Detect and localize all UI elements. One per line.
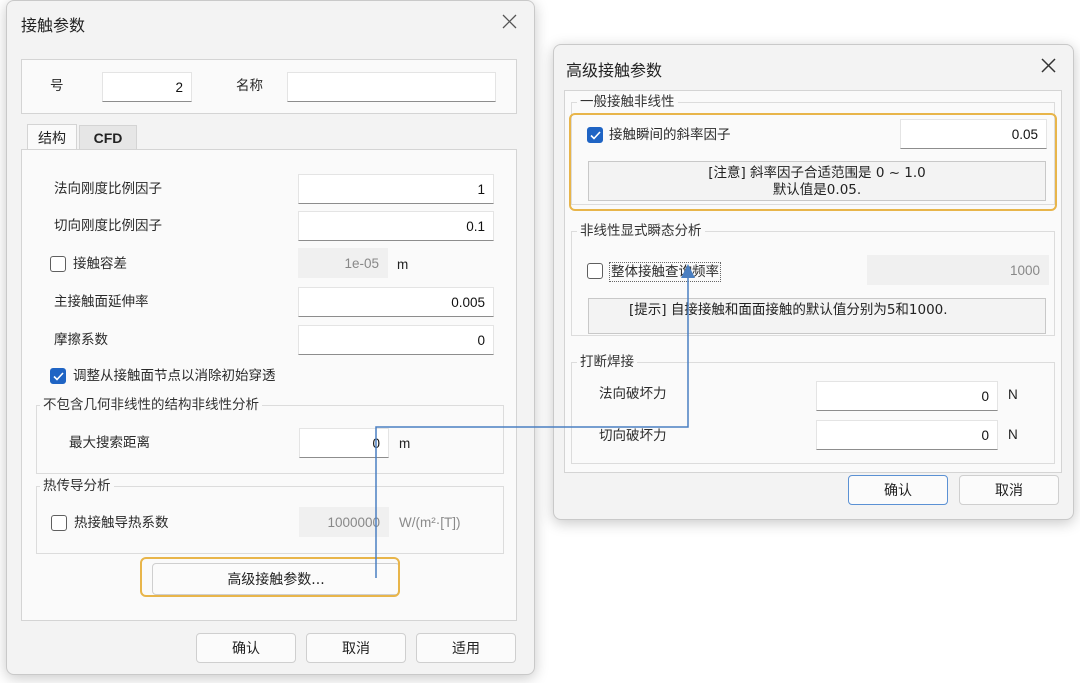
advanced-dialog-title: 高级接触参数 <box>566 61 663 80</box>
name-field[interactable] <box>287 72 496 102</box>
heat-coefficient-checkbox[interactable] <box>51 515 67 531</box>
max-search-field[interactable]: 0 <box>299 428 389 458</box>
extension-label: 主接触面延伸率 <box>54 294 149 310</box>
explicit-group: 非线性显式瞬态分析 整体接触查询频率 1000 [提示] 自接接触和面面接触的默… <box>571 222 1055 336</box>
query-frequency-field[interactable]: 1000 <box>867 255 1049 285</box>
friction-field[interactable]: 0 <box>298 325 494 355</box>
contact-tolerance-label: 接触容差 <box>73 256 127 272</box>
adjust-nodes-label: 调整从接触面节点以消除初始穿透 <box>73 368 276 384</box>
tangential-stiffness-label: 切向刚度比例因子 <box>54 218 162 234</box>
tangential-stiffness-field[interactable]: 0.1 <box>298 211 494 241</box>
header-panel: 号 2 名称 <box>21 59 517 114</box>
max-search-label: 最大搜索距离 <box>69 435 150 451</box>
heat-group-title: 热传导分析 <box>40 477 114 495</box>
adjust-nodes-checkbox[interactable] <box>50 368 66 384</box>
query-hint-box: [提示] 自接接触和面面接触的默认值分别为5和1000. <box>588 298 1046 334</box>
normal-stiffness-field[interactable]: 1 <box>298 174 494 204</box>
query-hint: [提示] 自接接触和面面接触的默认值分别为5和1000. <box>629 302 948 318</box>
advanced-title-bar[interactable]: 高级接触参数 <box>554 45 1073 85</box>
contact-tolerance-checkbox[interactable] <box>50 256 66 272</box>
title-bar[interactable]: 接触参数 <box>7 1 534 41</box>
advanced-cancel-button[interactable]: 取消 <box>959 475 1059 505</box>
advanced-ok-button[interactable]: 确认 <box>848 475 948 505</box>
query-frequency-checkbox[interactable] <box>587 263 603 279</box>
structure-panel: 法向刚度比例因子 1 切向刚度比例因子 0.1 接触容差 1e-05 m 主接触… <box>21 149 517 621</box>
tab-cfd[interactable]: CFD <box>79 125 137 151</box>
query-frequency-label: 整体接触查询频率 <box>609 262 721 282</box>
normal-failure-label: 法向破坏力 <box>599 386 667 402</box>
checkmark-icon <box>53 372 64 381</box>
general-group-title: 一般接触非线性 <box>577 93 678 111</box>
normal-stiffness-label: 法向刚度比例因子 <box>54 181 162 197</box>
tangential-failure-field[interactable]: 0 <box>816 420 998 450</box>
dialog-title: 接触参数 <box>21 16 86 35</box>
contact-tolerance-unit: m <box>397 257 409 272</box>
normal-failure-unit: N <box>1008 387 1018 402</box>
heat-coefficient-field[interactable]: 1000000 <box>299 507 389 537</box>
number-field[interactable]: 2 <box>102 72 192 102</box>
weld-group-title: 打断焊接 <box>577 353 637 371</box>
name-label: 名称 <box>236 78 263 94</box>
explicit-group-title: 非线性显式瞬态分析 <box>577 222 705 240</box>
slope-factor-highlight <box>569 113 1057 211</box>
advanced-close-button[interactable] <box>1033 51 1063 79</box>
close-button[interactable] <box>494 7 524 35</box>
tab-structure[interactable]: 结构 <box>27 124 77 150</box>
close-icon <box>502 14 517 29</box>
max-search-unit: m <box>399 436 411 451</box>
contact-tolerance-field[interactable]: 1e-05 <box>298 248 388 278</box>
advanced-button-highlight <box>140 557 400 597</box>
tangential-failure-unit: N <box>1008 427 1018 442</box>
extension-field[interactable]: 0.005 <box>298 287 494 317</box>
heat-coefficient-label: 热接触导热系数 <box>74 515 169 531</box>
number-label: 号 <box>50 78 64 94</box>
normal-failure-field[interactable]: 0 <box>816 381 998 411</box>
tangential-failure-label: 切向破坏力 <box>599 428 667 444</box>
friction-label: 摩擦系数 <box>54 332 108 348</box>
close-icon <box>1041 58 1056 73</box>
heat-group: 热传导分析 热接触导热系数 1000000 W/(m²·[T]) <box>36 477 504 554</box>
cancel-button[interactable]: 取消 <box>306 633 406 663</box>
weld-group: 打断焊接 法向破坏力 0 N 切向破坏力 0 N <box>571 353 1055 464</box>
nonlinear-group-title: 不包含几何非线性的结构非线性分析 <box>40 396 262 414</box>
apply-button[interactable]: 适用 <box>416 633 516 663</box>
nonlinear-group: 不包含几何非线性的结构非线性分析 最大搜索距离 0 m <box>36 396 504 474</box>
ok-button[interactable]: 确认 <box>196 633 296 663</box>
heat-coefficient-unit: W/(m²·[T]) <box>399 515 461 530</box>
